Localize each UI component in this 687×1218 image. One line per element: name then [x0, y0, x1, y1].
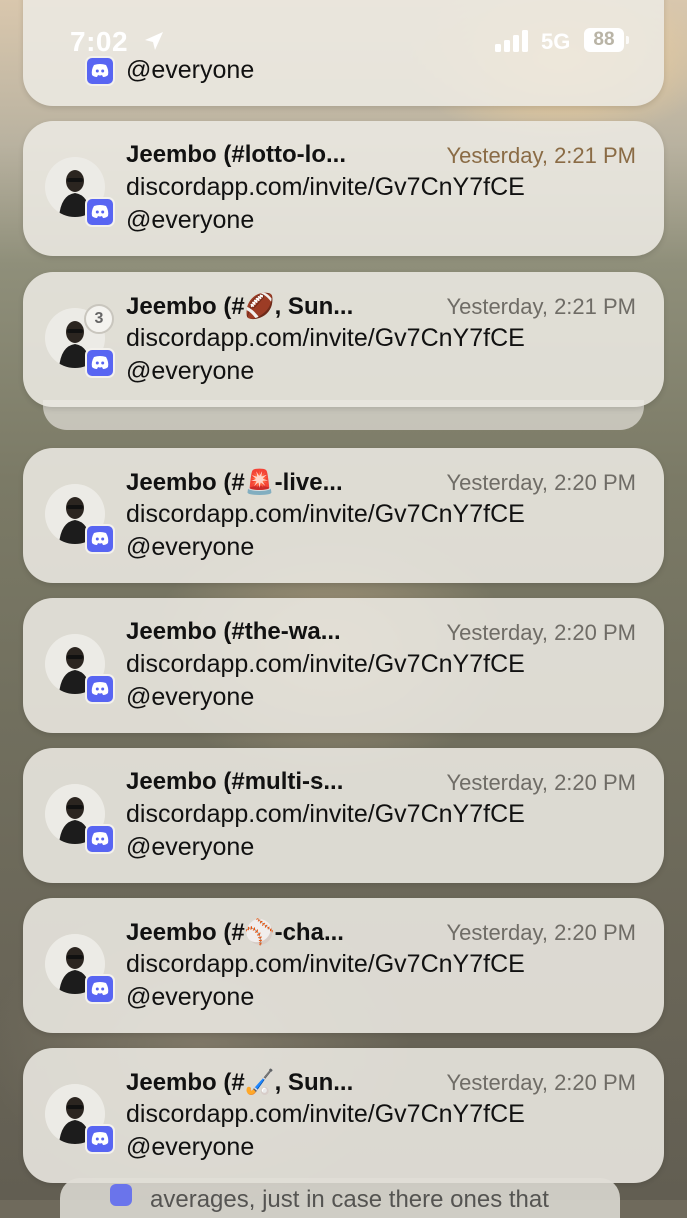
- notification-card[interactable]: Jeembo (#lotto-lo... Yesterday, 2:21 PM …: [23, 121, 664, 256]
- notification-body-line1: discordapp.com/invite/Gv7CnY7fCE: [126, 800, 525, 828]
- discord-icon: [110, 1184, 132, 1206]
- notification-card[interactable]: Jeembo (#🏑, Sun... Yesterday, 2:20 PM di…: [23, 1048, 664, 1183]
- location-arrow-icon: [145, 32, 163, 50]
- notification-card-peek[interactable]: averages, just in case there ones that: [60, 1178, 620, 1218]
- notification-title: Jeembo (#🏈, Sun...: [126, 293, 354, 320]
- notification-card[interactable]: Jeembo (#the-wa... Yesterday, 2:20 PM di…: [23, 598, 664, 733]
- notification-body-line2: @everyone: [126, 357, 255, 385]
- stack-count-badge: 3: [84, 304, 114, 334]
- discord-icon: [85, 524, 115, 554]
- notification-body-line2: @everyone: [126, 683, 255, 711]
- notification-body-line2: @everyone: [126, 206, 255, 234]
- notification-body-line2: @everyone: [126, 833, 255, 861]
- notification-time: Yesterday, 2:20 PM: [446, 1070, 636, 1095]
- notification-time: Yesterday, 2:21 PM: [446, 143, 636, 168]
- notification-title: Jeembo (#multi-s...: [126, 768, 344, 795]
- notification-card-stack[interactable]: 3 Jeembo (#🏈, Sun... Yesterday, 2:21 PM …: [23, 272, 664, 407]
- notification-body-line2: @everyone: [126, 983, 255, 1011]
- notification-time: Yesterday, 2:21 PM: [446, 294, 636, 319]
- notification-body-line2: @everyone: [126, 533, 255, 561]
- signal-bars-icon: [495, 30, 528, 52]
- notification-card[interactable]: Jeembo (#🚨-live... Yesterday, 2:20 PM di…: [23, 448, 664, 583]
- notification-body-line1: discordapp.com/invite/Gv7CnY7fCE: [126, 500, 525, 528]
- notification-time: Yesterday, 2:20 PM: [446, 620, 636, 645]
- notification-title: Jeembo (#🚨-live...: [126, 469, 343, 496]
- notification-peek-text: averages, just in case there ones that: [150, 1186, 549, 1213]
- notification-card[interactable]: Jeembo (#multi-s... Yesterday, 2:20 PM d…: [23, 748, 664, 883]
- discord-icon: [85, 824, 115, 854]
- discord-icon: [85, 1124, 115, 1154]
- battery-level: 88: [584, 28, 624, 52]
- discord-icon: [85, 348, 115, 378]
- notification-body-line1: discordapp.com/invite/Gv7CnY7fCE: [126, 650, 525, 678]
- status-time: 7:02: [70, 26, 129, 57]
- notification-title: Jeembo (#lotto-lo...: [126, 141, 347, 168]
- notification-time: Yesterday, 2:20 PM: [446, 470, 636, 495]
- notification-body-line1: discordapp.com/invite/Gv7CnY7fCE: [126, 173, 525, 201]
- discord-icon: [85, 197, 115, 227]
- notification-title: Jeembo (#⚾-cha...: [126, 919, 344, 946]
- notification-body-line1: discordapp.com/invite/Gv7CnY7fCE: [126, 950, 525, 978]
- notification-card[interactable]: Jeembo (#⚾-cha... Yesterday, 2:20 PM dis…: [23, 898, 664, 1033]
- notification-body-line1: discordapp.com/invite/Gv7CnY7fCE: [126, 1100, 525, 1128]
- notification-time: Yesterday, 2:20 PM: [446, 770, 636, 795]
- notification-body-line1: discordapp.com/invite/Gv7CnY7fCE: [126, 324, 525, 352]
- network-type: 5G: [541, 29, 571, 54]
- discord-icon: [85, 674, 115, 704]
- notification-body-line2: @everyone: [126, 1133, 255, 1161]
- notification-title: Jeembo (#🏑, Sun...: [126, 1069, 354, 1096]
- battery-icon: 88: [584, 28, 629, 52]
- status-bar: 7:02 5G 88: [0, 0, 687, 82]
- notification-time: Yesterday, 2:20 PM: [446, 920, 636, 945]
- discord-icon: [85, 974, 115, 1004]
- notification-title: Jeembo (#the-wa...: [126, 618, 341, 645]
